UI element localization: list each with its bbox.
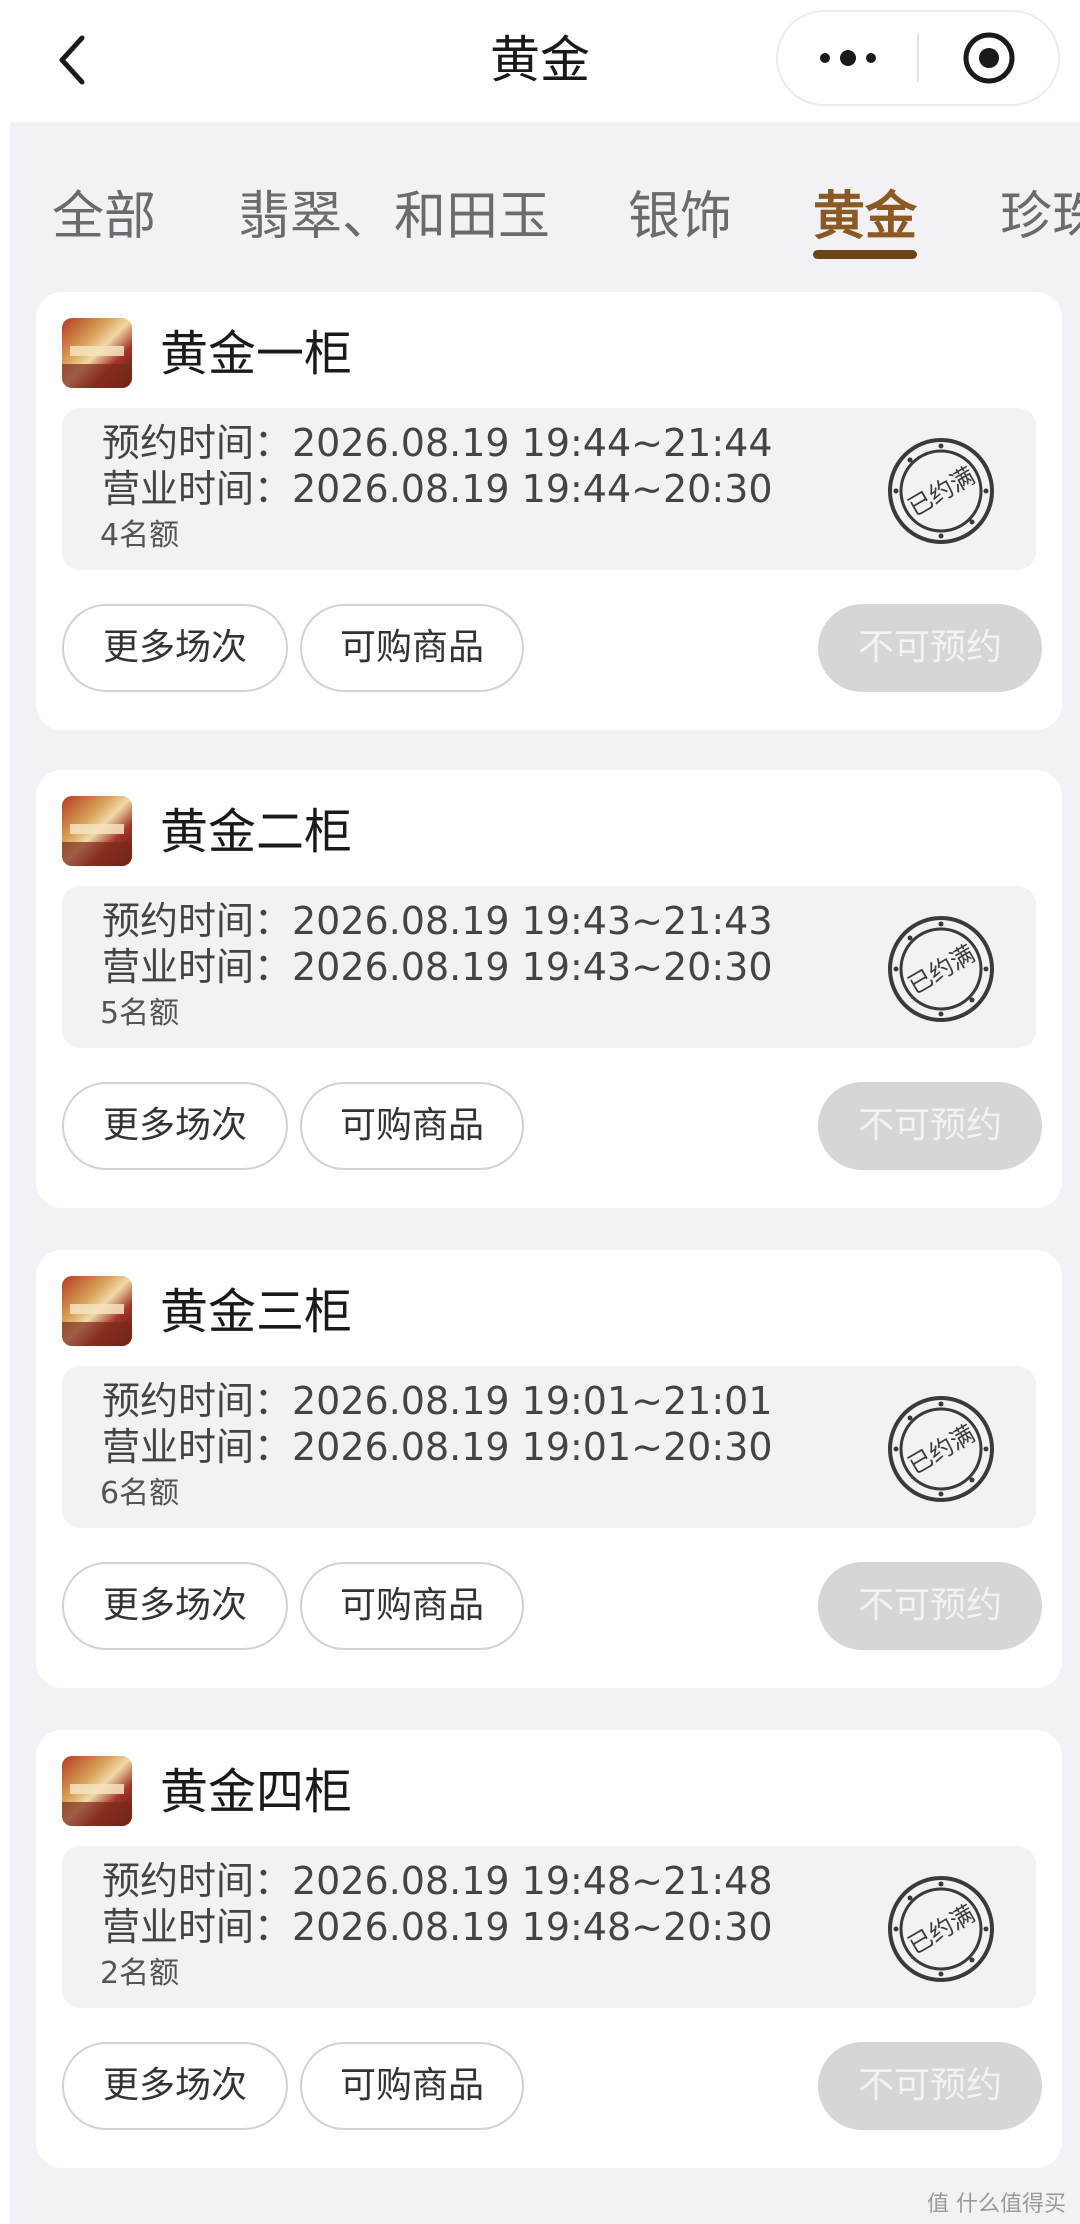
counter-thumbnail — [62, 1276, 132, 1346]
fully-booked-stamp-icon: 已约满 — [888, 1396, 994, 1502]
more-button[interactable] — [778, 12, 917, 104]
content-area: 全部 翡翠、和田玉 银饰 黄金 珍珠 黄金一柜 预约时间：2026.08.19 … — [10, 122, 1080, 2224]
business-time: 营业时间：2026.08.19 19:43~20:30 — [102, 945, 773, 989]
active-tab-indicator — [813, 250, 917, 259]
tab-gold[interactable]: 黄金 — [813, 174, 917, 249]
reserve-time: 预约时间：2026.08.19 19:48~21:48 — [102, 1859, 773, 1903]
counter-card: 黄金二柜 预约时间：2026.08.19 19:43~21:43 营业时间：20… — [36, 770, 1062, 1208]
tab-pearl[interactable]: 珍珠 — [1000, 174, 1080, 249]
mini-program-capsule — [776, 10, 1060, 106]
tab-all[interactable]: 全部 — [52, 174, 156, 249]
counter-name: 黄金一柜 — [160, 326, 353, 382]
business-time: 营业时间：2026.08.19 19:44~20:30 — [102, 467, 773, 511]
business-time: 营业时间：2026.08.19 19:48~20:30 — [102, 1905, 773, 1949]
available-goods-button[interactable]: 可购商品 — [300, 1082, 524, 1170]
reserve-button-disabled[interactable]: 不可预约 — [818, 1082, 1042, 1170]
available-goods-button[interactable]: 可购商品 — [300, 604, 524, 692]
info-box: 预约时间：2026.08.19 19:44~21:44 营业时间：2026.08… — [62, 408, 1036, 570]
close-mini-program-button[interactable] — [919, 12, 1058, 104]
reserve-button-disabled[interactable]: 不可预约 — [818, 604, 1042, 692]
info-box: 预约时间：2026.08.19 19:43~21:43 营业时间：2026.08… — [62, 886, 1036, 1048]
available-goods-button[interactable]: 可购商品 — [300, 1562, 524, 1650]
quota: 4名额 — [100, 518, 180, 553]
info-box: 预约时间：2026.08.19 19:01~21:01 营业时间：2026.08… — [62, 1366, 1036, 1528]
reserve-time: 预约时间：2026.08.19 19:44~21:44 — [102, 421, 773, 465]
more-sessions-button[interactable]: 更多场次 — [62, 1082, 288, 1170]
reserve-button-disabled[interactable]: 不可预约 — [818, 1562, 1042, 1650]
reserve-time: 预约时间：2026.08.19 19:43~21:43 — [102, 899, 773, 943]
counter-card: 黄金一柜 预约时间：2026.08.19 19:44~21:44 营业时间：20… — [36, 292, 1062, 730]
counter-thumbnail — [62, 1756, 132, 1826]
stamp-text: 已约满 — [903, 462, 979, 522]
tab-silver[interactable]: 银饰 — [628, 174, 732, 249]
category-tabs: 全部 翡翠、和田玉 银饰 黄金 珍珠 — [10, 122, 1080, 272]
quota: 2名额 — [100, 1956, 180, 1991]
reserve-time: 预约时间：2026.08.19 19:01~21:01 — [102, 1379, 773, 1423]
counter-name: 黄金二柜 — [160, 804, 353, 860]
fully-booked-stamp-icon: 已约满 — [888, 1876, 994, 1982]
more-sessions-button[interactable]: 更多场次 — [62, 1562, 288, 1650]
counter-name: 黄金四柜 — [160, 1764, 353, 1820]
counter-thumbnail — [62, 796, 132, 866]
counter-card: 黄金四柜 预约时间：2026.08.19 19:48~21:48 营业时间：20… — [36, 1730, 1062, 2168]
watermark: 值 什么值得买 — [927, 2192, 1066, 2217]
target-circle-icon — [963, 32, 1014, 84]
nav-bar: 黄金 — [0, 0, 1080, 122]
reserve-button-disabled[interactable]: 不可预约 — [818, 2042, 1042, 2130]
counter-thumbnail — [62, 318, 132, 388]
more-sessions-button[interactable]: 更多场次 — [62, 604, 288, 692]
stamp-text: 已约满 — [903, 1420, 979, 1480]
stamp-text: 已约满 — [903, 1900, 979, 1960]
page: 黄金 全部 翡翠、和田玉 银饰 黄金 珍珠 黄金一柜 预约时间：2026.08.… — [0, 0, 1080, 2224]
business-time: 营业时间：2026.08.19 19:01~20:30 — [102, 1425, 773, 1469]
available-goods-button[interactable]: 可购商品 — [300, 2042, 524, 2130]
more-dots-icon — [819, 50, 876, 66]
quota: 6名额 — [100, 1476, 180, 1511]
counter-name: 黄金三柜 — [160, 1284, 353, 1340]
info-box: 预约时间：2026.08.19 19:48~21:48 营业时间：2026.08… — [62, 1846, 1036, 2008]
fully-booked-stamp-icon: 已约满 — [888, 916, 994, 1022]
counter-card: 黄金三柜 预约时间：2026.08.19 19:01~21:01 营业时间：20… — [36, 1250, 1062, 1688]
fully-booked-stamp-icon: 已约满 — [888, 438, 994, 544]
stamp-text: 已约满 — [903, 940, 979, 1000]
quota: 5名额 — [100, 996, 180, 1031]
more-sessions-button[interactable]: 更多场次 — [62, 2042, 288, 2130]
tab-jade[interactable]: 翡翠、和田玉 — [238, 174, 550, 249]
